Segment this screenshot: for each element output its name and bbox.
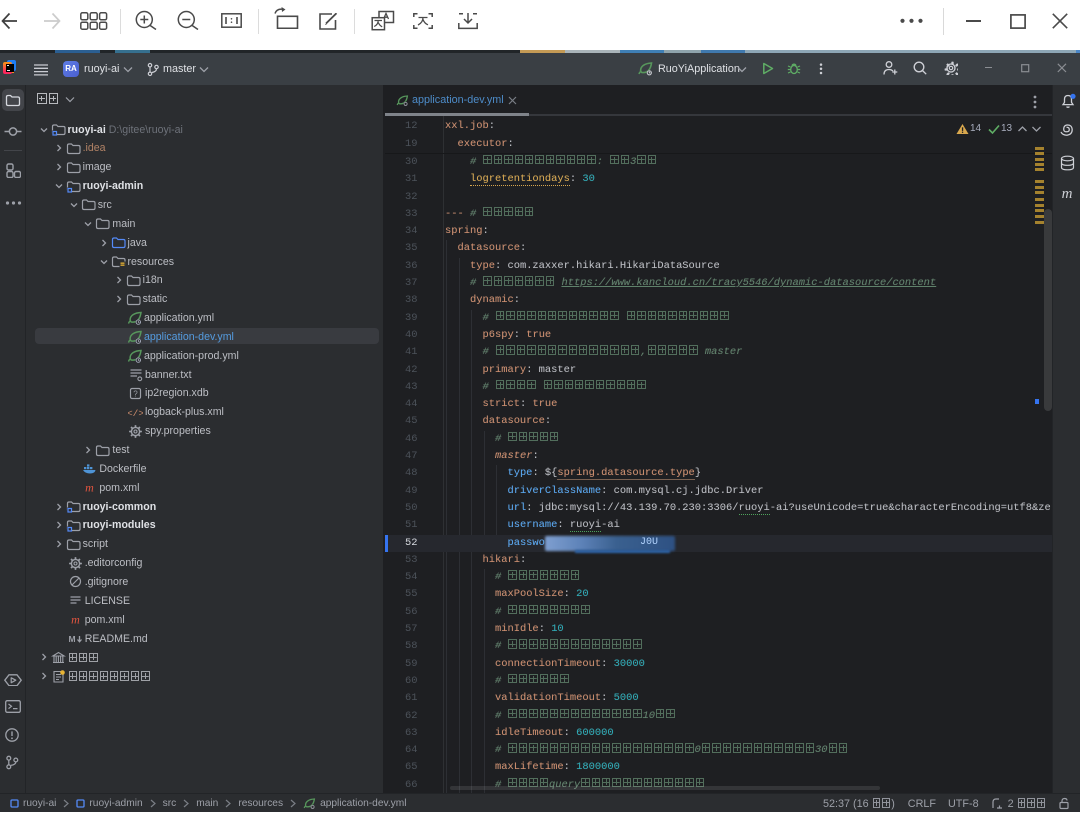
svg-text:M: M: [68, 634, 75, 644]
svg-text:m: m: [86, 481, 95, 495]
svg-text:?: ?: [133, 389, 138, 398]
svg-text:</>: </>: [128, 408, 143, 419]
svg-text:m: m: [71, 613, 80, 627]
